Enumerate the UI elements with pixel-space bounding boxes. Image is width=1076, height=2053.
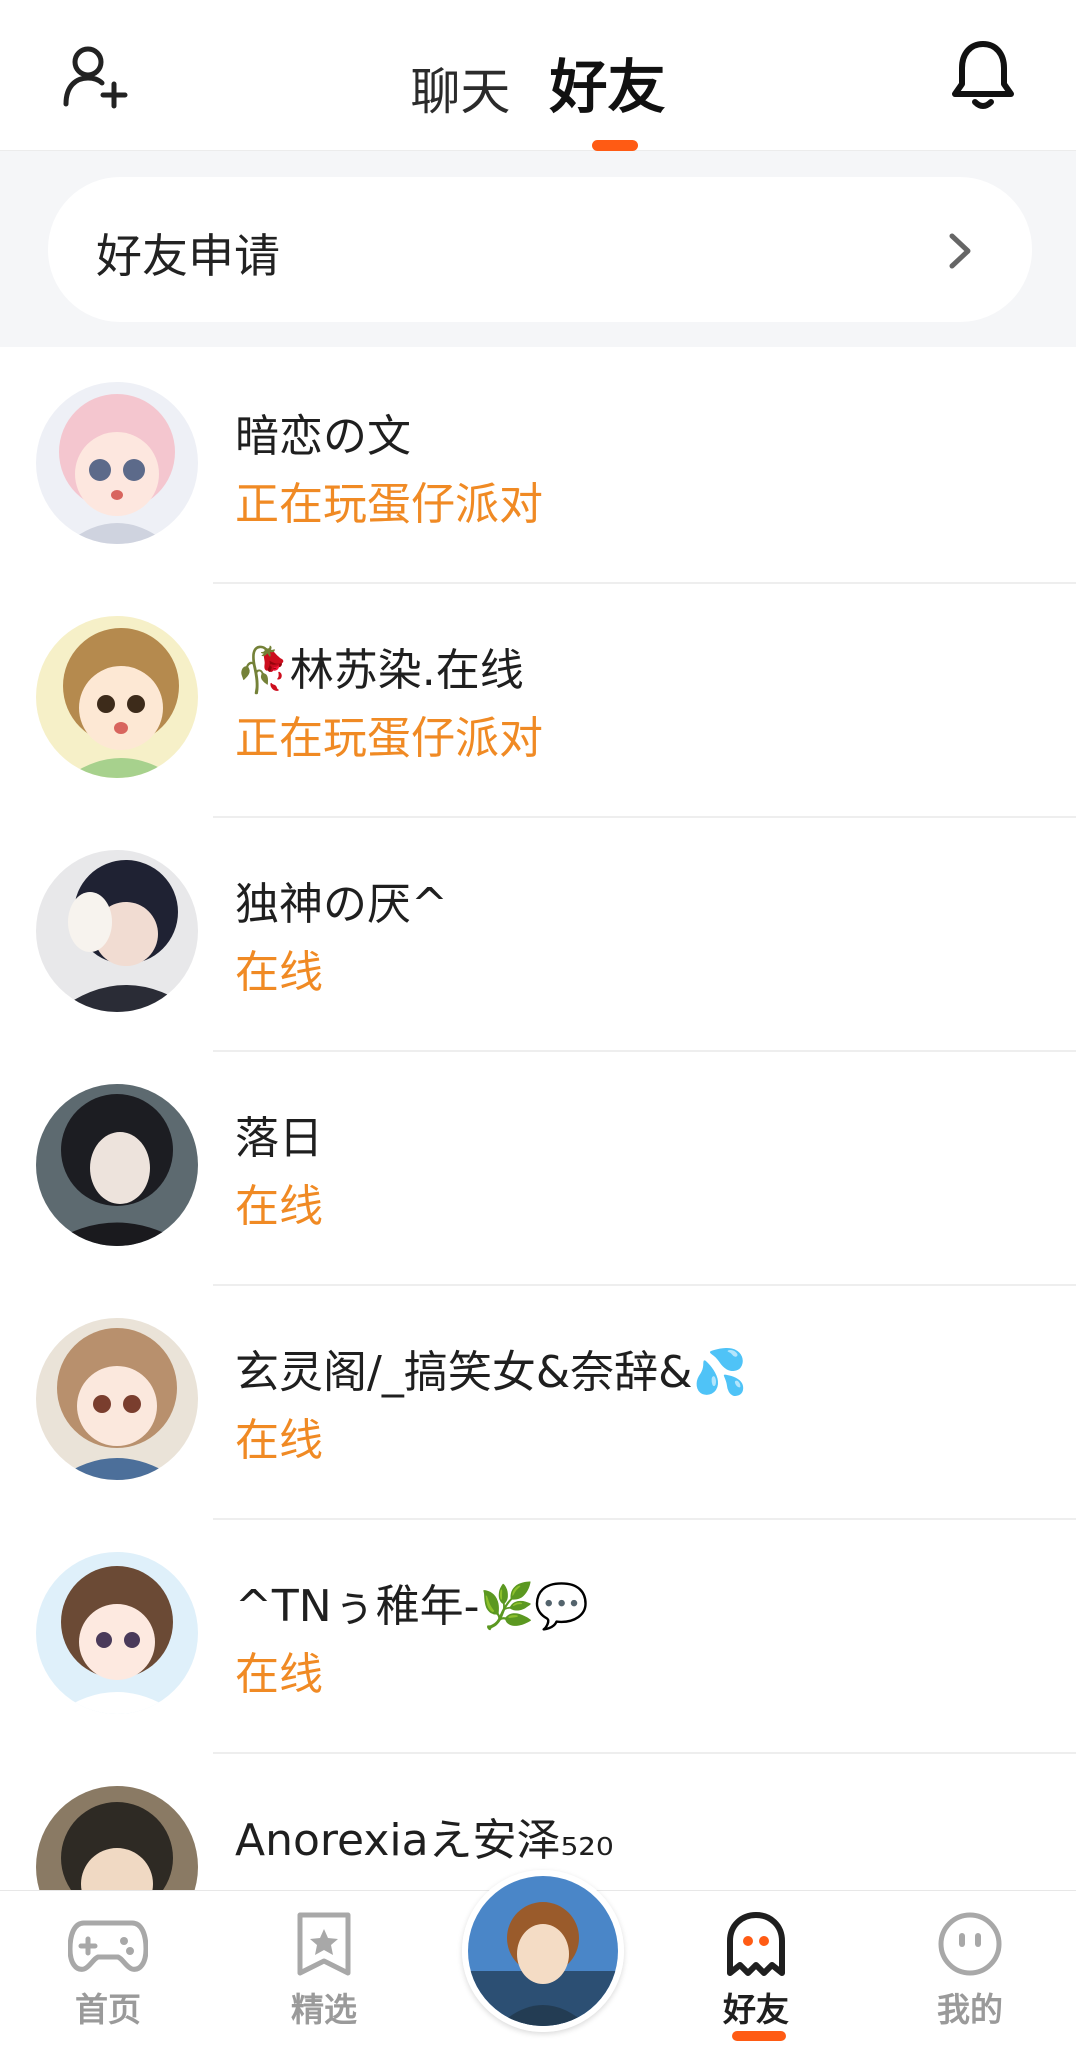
friend-name: ^TNぅ稚年-🌿💬 bbox=[235, 1581, 590, 1632]
friend-row[interactable]: 🥀林苏染.在线 正在玩蛋仔派对 bbox=[0, 584, 1076, 818]
friend-name: Anorexiaえ安泽₅₂₀ bbox=[235, 1815, 614, 1866]
friend-status: 在线 bbox=[235, 1181, 323, 1232]
nav-label: 精选 bbox=[291, 1990, 357, 2029]
nav-home[interactable]: 首页 bbox=[48, 1911, 168, 2031]
avatar bbox=[36, 850, 198, 1012]
tab-friends[interactable]: 好友 bbox=[550, 40, 666, 124]
friend-name: 落日 bbox=[235, 1113, 323, 1164]
friend-row[interactable]: 落日 在线 bbox=[0, 1052, 1076, 1286]
nav-label: 首页 bbox=[75, 1990, 141, 2029]
nav-friends[interactable]: 好友 bbox=[696, 1911, 816, 2031]
friend-status: 正在玩蛋仔派对 bbox=[235, 479, 543, 530]
ghost-icon bbox=[727, 1912, 785, 1976]
friend-status: 在线 bbox=[235, 947, 323, 998]
friend-name: 🥀林苏染.在线 bbox=[235, 645, 524, 696]
avatar bbox=[36, 1552, 198, 1714]
nav-label: 我的 bbox=[937, 1990, 1003, 2029]
header-tabs: 聊天 好友 bbox=[0, 40, 1076, 124]
friend-name: 独神の厌^ bbox=[235, 879, 448, 930]
active-tab-indicator bbox=[592, 140, 638, 151]
friend-row[interactable]: 暗恋の文 正在玩蛋仔派对 bbox=[0, 350, 1076, 584]
friend-name: 玄灵阁/_搞笑女&奈辞&💦 bbox=[235, 1347, 748, 1398]
friend-name: 暗恋の文 bbox=[235, 411, 411, 462]
friend-row[interactable]: 独神の厌^ 在线 bbox=[0, 818, 1076, 1052]
friend-status: 在线 bbox=[235, 1415, 323, 1466]
bell-icon[interactable] bbox=[948, 38, 1018, 114]
nav-featured[interactable]: 精选 bbox=[264, 1911, 384, 2031]
friend-status: 在线 bbox=[235, 1649, 323, 1700]
tab-chat[interactable]: 聊天 bbox=[410, 52, 510, 124]
gamepad-icon bbox=[68, 1920, 148, 1972]
nav-me[interactable]: 我的 bbox=[910, 1911, 1030, 2031]
face-icon bbox=[938, 1912, 1002, 1976]
chevron-right-icon bbox=[949, 233, 971, 269]
center-avatar-button[interactable] bbox=[462, 1870, 624, 2032]
avatar bbox=[36, 382, 198, 544]
friend-row[interactable]: ^TNぅ稚年-🌿💬 在线 bbox=[0, 1520, 1076, 1754]
avatar bbox=[36, 1084, 198, 1246]
friend-status: 正在玩蛋仔派对 bbox=[235, 713, 543, 764]
friend-request-label: 好友申请 bbox=[96, 229, 280, 283]
top-bar: 聊天 好友 bbox=[0, 0, 1076, 151]
nav-active-indicator bbox=[732, 2031, 786, 2041]
avatar bbox=[36, 616, 198, 778]
friend-row[interactable]: 玄灵阁/_搞笑女&奈辞&💦 在线 bbox=[0, 1286, 1076, 1520]
avatar bbox=[36, 1318, 198, 1480]
star-bookmark-icon bbox=[297, 1912, 351, 1976]
nav-label: 好友 bbox=[723, 1990, 789, 2029]
